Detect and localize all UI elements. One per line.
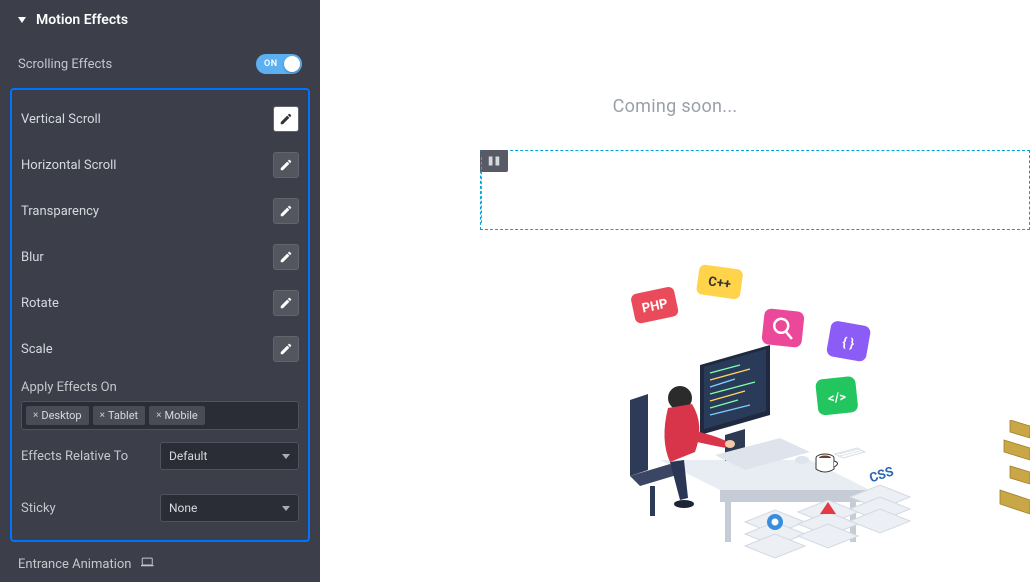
pencil-icon [279,158,293,172]
remove-icon: × [33,410,38,421]
select-value: Default [169,449,207,463]
settings-sidebar: Motion Effects Scrolling Effects ON Vert… [0,0,320,582]
effect-label: Horizontal Scroll [21,158,116,173]
responsive-devices-icon[interactable] [141,556,156,573]
scrolling-effects-label: Scrolling Effects [18,57,112,72]
effect-label: Vertical Scroll [21,112,101,127]
chip-text: Desktop [41,409,81,422]
apply-on-chips[interactable]: ×Desktop ×Tablet ×Mobile [21,401,299,430]
effect-label: Blur [21,250,44,265]
svg-text:</>: </> [827,390,847,407]
chevron-down-icon [282,506,290,511]
pencil-icon [279,296,293,310]
edit-button[interactable] [273,198,299,224]
pencil-icon [279,342,293,356]
entrance-label: Entrance Animation [18,557,131,572]
svg-text:C++: C++ [707,274,732,292]
chevron-down-icon [18,17,26,23]
svg-text:CSS: CSS [868,464,896,486]
chip-text: Mobile [165,409,198,422]
entrance-animation-row: Entrance Animation [0,542,320,579]
effect-scale: Scale [15,326,305,372]
select-value: None [169,501,197,515]
effect-vertical-scroll: Vertical Scroll [15,96,305,142]
toggle-knob [284,56,300,72]
pencil-icon [279,250,293,264]
edit-button[interactable] [273,336,299,362]
effect-transparency: Transparency [15,188,305,234]
sticky-row: Sticky None [15,482,305,534]
relative-to-select[interactable]: Default [160,442,299,470]
relative-to-label: Effects Relative To [21,449,160,464]
pencil-icon [279,204,293,218]
effect-label: Scale [21,342,53,357]
effect-label: Transparency [21,204,99,219]
page-heading: Coming soon... [320,0,1030,117]
edit-button[interactable] [273,152,299,178]
effect-label: Rotate [21,296,59,311]
scrolling-effects-row: Scrolling Effects ON [0,44,320,84]
remove-icon: × [156,410,161,421]
toggle-on-text: ON [264,59,278,69]
sticky-label: Sticky [21,501,160,516]
edit-button[interactable] [273,106,299,132]
chip-desktop[interactable]: ×Desktop [26,406,89,425]
section-motion-effects[interactable]: Motion Effects [0,0,320,44]
chip-text: Tablet [108,409,138,422]
chip-mobile[interactable]: × Mobile [149,406,205,425]
effect-rotate: Rotate [15,280,305,326]
scrolling-effects-toggle[interactable]: ON [256,54,302,74]
remove-icon: × [100,410,105,421]
active-effects-group: Vertical Scroll Horizontal Scroll Transp… [10,88,310,542]
sticky-select[interactable]: None [160,494,299,522]
apply-on-label: Apply Effects On [15,372,305,401]
section-title: Motion Effects [36,12,128,28]
illustration: PHP C++ { } </> [550,260,920,570]
preview-canvas[interactable]: Coming soon... [320,0,1030,582]
effect-blur: Blur [15,234,305,280]
relative-to-row: Effects Relative To Default [15,430,305,482]
decorative-element [970,420,1030,530]
effect-horizontal-scroll: Horizontal Scroll [15,142,305,188]
pencil-icon [279,112,293,126]
chip-tablet[interactable]: ×Tablet [93,406,146,425]
chevron-down-icon [282,454,290,459]
column-outline [481,157,1029,223]
section-selection-outline[interactable] [480,150,1030,230]
edit-button[interactable] [273,244,299,270]
edit-button[interactable] [273,290,299,316]
